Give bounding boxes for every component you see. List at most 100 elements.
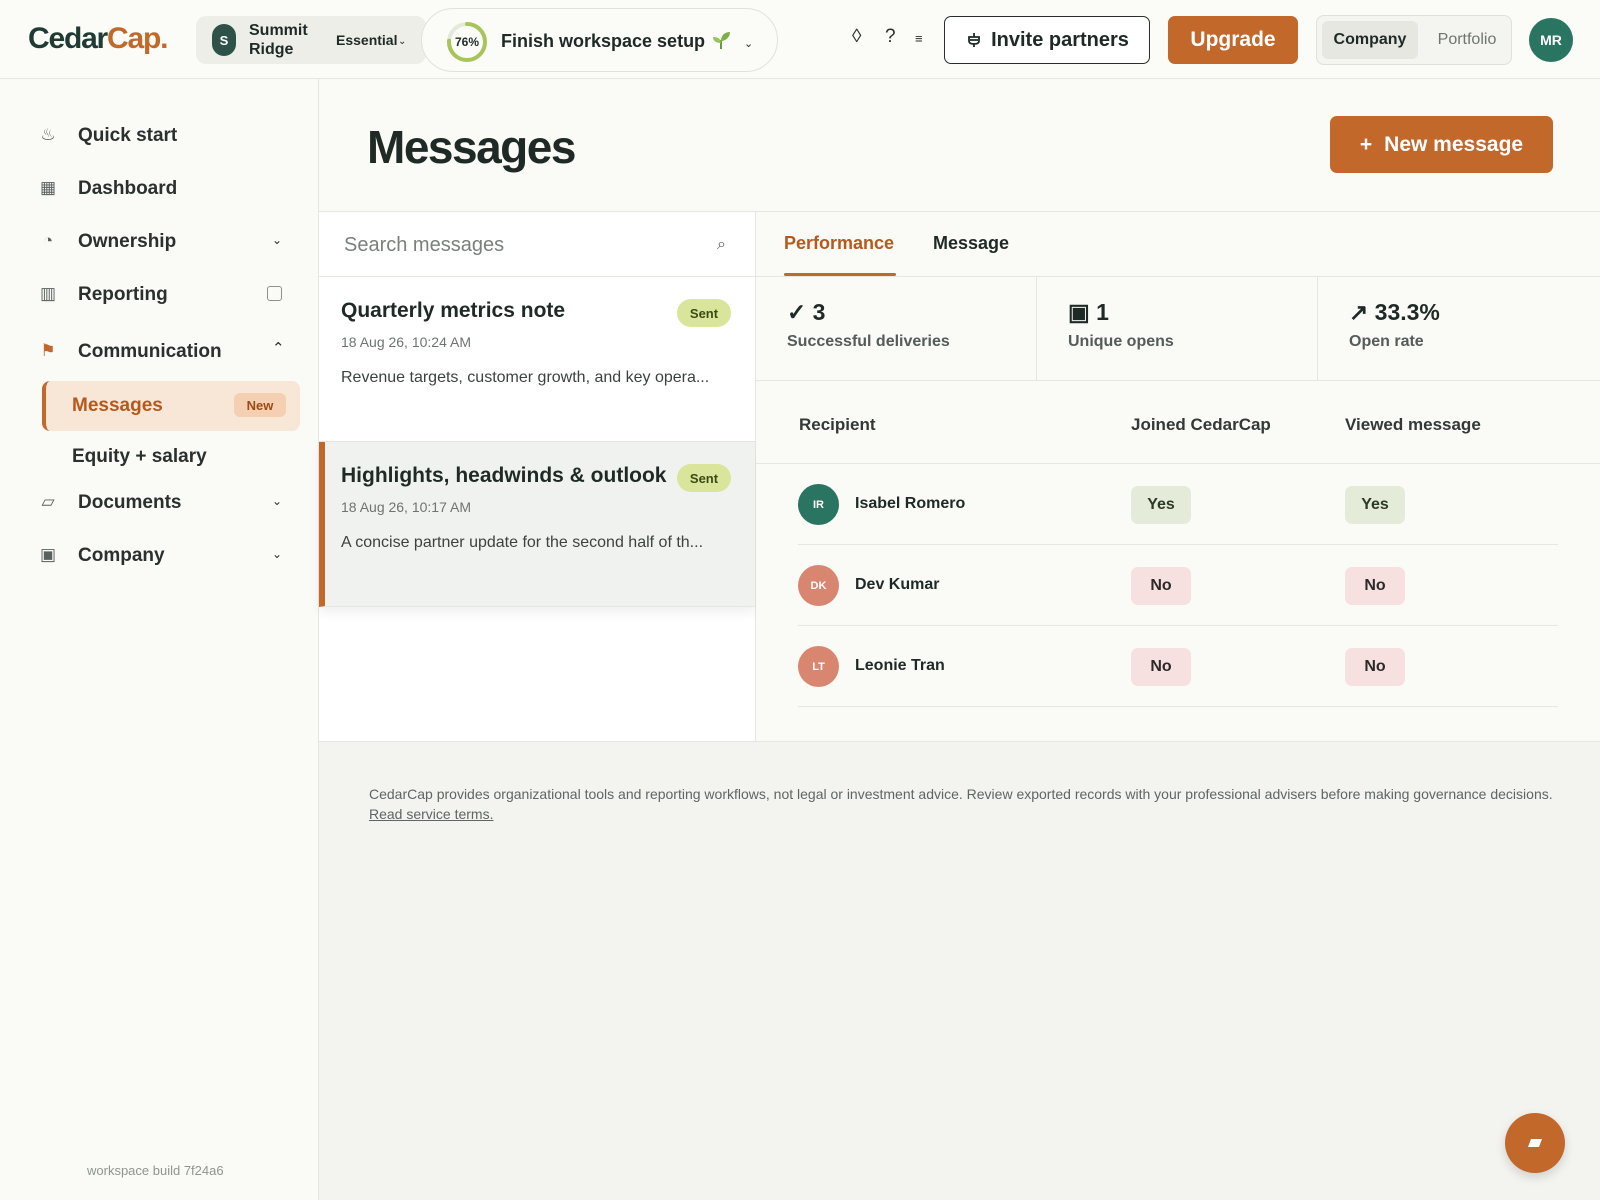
sidebar-item-dashboard[interactable]: ▦ Dashboard <box>0 168 319 208</box>
message-list-panel: Search messages ⌕ Quarterly metrics note… <box>319 211 756 742</box>
stat-value: ▣ 1 <box>1068 299 1109 326</box>
segment-portfolio[interactable]: Portfolio <box>1425 21 1509 59</box>
tab-performance[interactable]: Performance <box>784 233 894 254</box>
workspace-switcher[interactable]: S Summit Ridge Essential ⌄ <box>196 16 426 64</box>
sidebar-item-label: Dashboard <box>78 178 178 199</box>
logo-accent: Cap <box>107 22 161 55</box>
window-icon: ▣ <box>1068 299 1090 325</box>
table-row[interactable]: DK Dev Kumar No No <box>798 545 1558 626</box>
joined-badge: No <box>1131 567 1191 605</box>
sidebar-item-label: Company <box>78 545 165 566</box>
diamond-icon[interactable]: ◊ <box>852 26 861 48</box>
sidebar-item-ownership[interactable]: ◔ Ownership ⌄ <box>0 221 319 261</box>
upgrade-button[interactable]: Upgrade <box>1168 16 1298 64</box>
footer: CedarCap provides organizational tools a… <box>319 742 1600 1200</box>
view-switcher: Company Portfolio <box>1316 15 1512 65</box>
sidebar-item-company[interactable]: ▣ Company ⌄ <box>0 535 319 575</box>
column-header-joined[interactable]: Joined CedarCap <box>1131 415 1271 435</box>
invite-label: Invite partners <box>991 28 1129 51</box>
segment-company[interactable]: Company <box>1322 21 1418 59</box>
sidebar-item-communication[interactable]: ⚑ Communication ⌃ <box>0 331 319 371</box>
joined-badge: No <box>1131 648 1191 686</box>
menu-icon[interactable]: ≡ <box>915 31 923 46</box>
disclaimer-text: CedarCap provides organizational tools a… <box>369 786 1553 802</box>
sidebar-item-label: Documents <box>78 492 182 513</box>
invite-partners-button[interactable]: Invite partners <box>944 16 1150 64</box>
search-bar[interactable]: Search messages ⌕ <box>319 212 755 277</box>
chevron-down-icon: ⌄ <box>398 36 407 47</box>
grid-icon: ▦ <box>39 178 57 197</box>
workspace-name: Summit Ridge <box>249 22 308 58</box>
tab-message[interactable]: Message <box>933 233 1009 254</box>
build-label: workspace build 7f24a6 <box>87 1163 224 1178</box>
chat-fab-button[interactable] <box>1505 1113 1565 1173</box>
building-icon: ▣ <box>39 545 57 564</box>
table-row[interactable]: LT Leonie Tran No No <box>798 626 1558 707</box>
chat-icon <box>1528 1139 1542 1147</box>
message-title: Quarterly metrics note <box>341 299 566 322</box>
column-header-viewed[interactable]: Viewed message <box>1345 415 1481 435</box>
search-icon[interactable]: ⌕ <box>717 236 726 254</box>
stat-label: Unique opens <box>1068 333 1174 350</box>
viewed-badge: Yes <box>1345 486 1405 524</box>
logo-dot: . <box>160 22 168 55</box>
sidebar-item-label: Quick start <box>78 125 178 146</box>
recipient-name: Dev Kumar <box>855 576 940 593</box>
chevron-down-icon: ⌄ <box>272 547 283 561</box>
user-avatar[interactable]: MR <box>1529 18 1573 62</box>
sidebar: ♨ Quick start ▦ Dashboard ◔ Ownership ⌄ … <box>0 79 319 1200</box>
detail-tabs: Performance Message <box>756 212 1600 277</box>
chevron-down-icon: ⌄ <box>744 38 754 50</box>
plug-icon <box>968 33 980 47</box>
new-badge: New <box>234 393 286 417</box>
sidebar-item-quick-start[interactable]: ♨ Quick start <box>0 115 319 155</box>
logo[interactable]: CedarCap. <box>28 22 168 56</box>
message-item[interactable]: Quarterly metrics note Sent 18 Aug 26, 1… <box>319 277 755 442</box>
message-snippet: Revenue targets, customer growth, and ke… <box>341 369 710 386</box>
table-row[interactable]: IR Isabel Romero Yes Yes <box>798 464 1558 545</box>
progress-percent: 76% <box>454 35 480 49</box>
stat-label: Successful deliveries <box>787 333 950 350</box>
trend-up-icon: ↗ <box>1349 299 1369 325</box>
message-snippet: A concise partner update for the second … <box>341 534 704 551</box>
plus-icon: + <box>1359 132 1373 156</box>
page-title: Messages <box>367 121 576 173</box>
pie-icon: ◔ <box>42 231 54 250</box>
check-icon: ✓ <box>787 299 807 325</box>
message-item-selected[interactable]: Highlights, headwinds & outlook Sent 18 … <box>319 442 755 607</box>
avatar: LT <box>798 646 839 687</box>
sprout-icon <box>713 32 730 49</box>
search-input[interactable]: Search messages <box>344 234 504 257</box>
workspace-avatar: S <box>212 24 236 56</box>
steam-icon: ♨ <box>40 125 56 144</box>
help-icon[interactable]: ? <box>885 26 896 48</box>
disclaimer: CedarCap provides organizational tools a… <box>369 784 1569 824</box>
stat-label: Open rate <box>1349 333 1424 350</box>
sidebar-item-documents[interactable]: ▱ Documents ⌄ <box>0 482 319 522</box>
status-badge: Sent <box>677 464 731 492</box>
sidebar-item-reporting[interactable]: ▥ Reporting <box>0 274 319 314</box>
avatar: IR <box>798 484 839 525</box>
stat-deliveries: ✓ 3 Successful deliveries <box>756 277 1037 381</box>
folder-icon: ▱ <box>41 492 55 511</box>
setup-progress-button[interactable]: 76% Finish workspace setup ⌄ <box>421 8 778 72</box>
stat-number: 33.3% <box>1374 299 1440 325</box>
chevron-down-icon: ⌄ <box>272 233 283 247</box>
flag-icon: ⚑ <box>40 341 56 360</box>
sidebar-item-label: Reporting <box>78 284 168 305</box>
message-date: 18 Aug 26, 10:24 AM <box>341 334 471 350</box>
column-header-recipient[interactable]: Recipient <box>799 415 876 435</box>
new-message-button[interactable]: + New message <box>1330 116 1553 173</box>
message-date: 18 Aug 26, 10:17 AM <box>341 499 471 515</box>
sidebar-subitem-equity-salary[interactable]: Equity + salary <box>72 446 207 468</box>
checkbox-icon[interactable] <box>267 286 282 301</box>
service-terms-link[interactable]: Read service terms. <box>369 806 493 822</box>
viewed-badge: No <box>1345 648 1405 686</box>
stat-number: 1 <box>1096 299 1109 325</box>
bars-icon: ▥ <box>39 284 57 303</box>
sidebar-item-label: Ownership <box>78 231 177 252</box>
sidebar-item-label: Communication <box>78 341 222 362</box>
sidebar-subitem-messages[interactable]: Messages New <box>42 381 300 431</box>
viewed-badge: No <box>1345 567 1405 605</box>
stat-value: ✓ 3 <box>787 299 825 326</box>
